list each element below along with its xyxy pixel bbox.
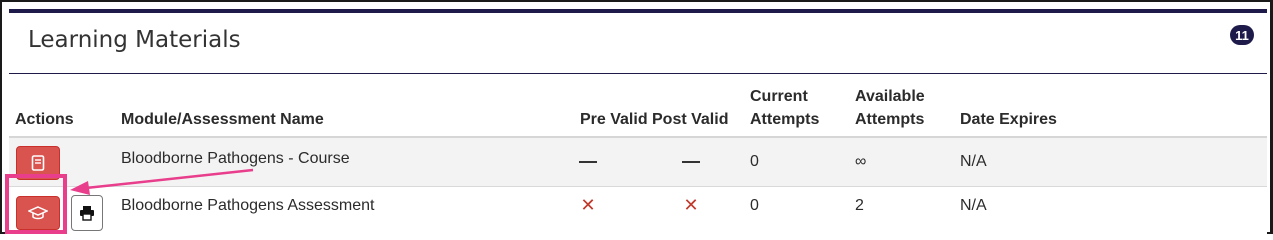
annotation-arrow [70, 168, 254, 195]
screenshot-frame: Learning Materials 11 Actions Module/Ass… [0, 0, 1273, 235]
